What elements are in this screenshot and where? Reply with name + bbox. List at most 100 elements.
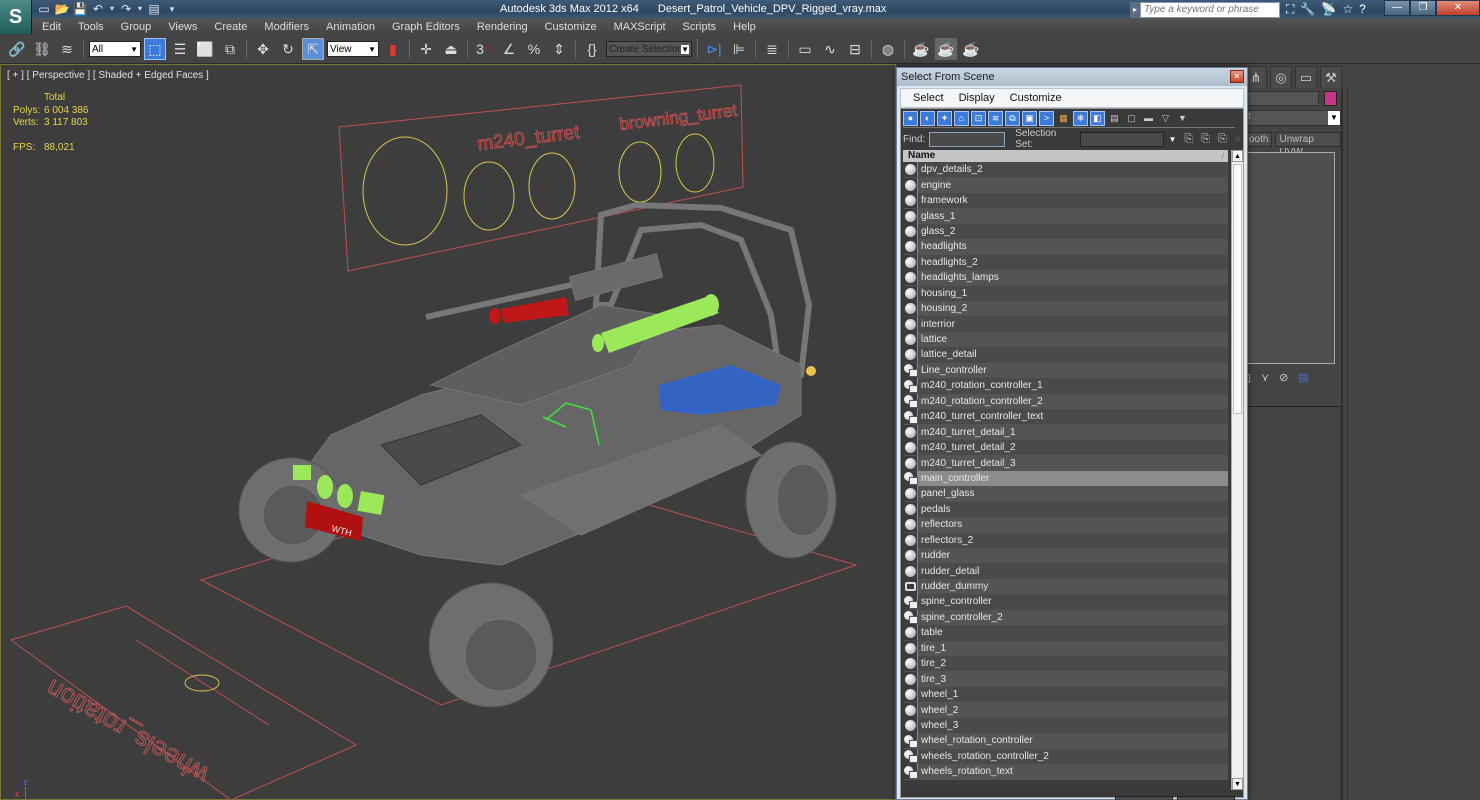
object-name-field[interactable]	[1245, 91, 1319, 106]
snap-toggle-icon[interactable]: 3 ∩	[473, 38, 495, 60]
search-expand-icon[interactable]: ▸	[1130, 1, 1140, 18]
menu-maxscript[interactable]: MAXScript	[614, 21, 666, 33]
scene-list-item[interactable]: rudder_detail	[903, 563, 1228, 579]
make-unique-icon[interactable]: ⊘	[1279, 371, 1288, 384]
new-file-icon[interactable]: ▭	[36, 1, 52, 17]
scene-list-item[interactable]: m240_turret_detail_1	[903, 424, 1228, 440]
open-file-icon[interactable]: 📂	[54, 1, 70, 17]
scene-list-item[interactable]: Line_controller	[903, 362, 1228, 379]
layer-manager-icon[interactable]: ≣	[761, 38, 783, 60]
align-icon[interactable]: ⊫	[728, 38, 750, 60]
filter-icon[interactable]: ▽	[1158, 111, 1173, 126]
maximize-button[interactable]: ❐	[1410, 0, 1436, 16]
communication-center-icon[interactable]: 📡	[1321, 2, 1336, 17]
selection-filter-dropdown[interactable]: All ▼	[89, 41, 141, 57]
dialog-menu-select[interactable]: Select	[913, 92, 944, 104]
scene-list-item[interactable]: pedals	[903, 501, 1228, 518]
favorites-star-icon[interactable]: ☆	[1342, 2, 1353, 17]
scene-list-item[interactable]: headlights_lamps	[903, 270, 1228, 286]
bind-space-warp-icon[interactable]: ≋	[56, 38, 78, 60]
undo-dropdown-icon[interactable]: ▾	[108, 1, 116, 17]
search-options-icon[interactable]: ⌕	[1235, 133, 1241, 146]
scroll-up-button[interactable]: ▲	[1232, 150, 1243, 162]
scene-list-item[interactable]: lattice_detail	[903, 347, 1228, 363]
list-scrollbar[interactable]: ▲ ▼	[1231, 150, 1243, 790]
cancel-button[interactable]: Cancel	[1177, 796, 1235, 800]
find-input[interactable]	[929, 131, 1006, 147]
scene-list-item[interactable]: glass_1	[903, 208, 1228, 224]
angle-snap-icon[interactable]: ∠	[498, 38, 520, 60]
scene-list-item[interactable]: lattice	[903, 331, 1228, 348]
scene-list-item[interactable]: glass_2	[903, 223, 1228, 240]
scene-list-item[interactable]: m240_rotation_controller_2	[903, 393, 1228, 409]
dialog-close-button[interactable]: ✕	[1230, 70, 1244, 83]
pivot-icon[interactable]: ▮	[382, 38, 404, 60]
scene-list-item[interactable]: panel_glass	[903, 486, 1228, 502]
menu-scripts[interactable]: Scripts	[683, 21, 717, 33]
scene-list-item[interactable]: tire_1	[903, 640, 1228, 656]
scene-list-item[interactable]: m240_turret_detail_2	[903, 439, 1228, 456]
menu-animation[interactable]: Animation	[326, 21, 375, 33]
scene-list-item[interactable]: tire_2	[903, 656, 1228, 672]
redo-icon[interactable]: ↷	[118, 1, 134, 17]
scale-icon[interactable]: ⇱	[302, 38, 324, 60]
scene-list-item[interactable]: main_controller	[903, 470, 1228, 487]
scene-list-item[interactable]: housing_1	[903, 285, 1228, 301]
motion-tab-icon[interactable]: ◎	[1270, 66, 1292, 88]
object-color-swatch[interactable]	[1324, 91, 1337, 106]
display-all-icon[interactable]: ▤	[1107, 111, 1122, 126]
mirror-icon[interactable]: ⊳|	[703, 38, 725, 60]
dialog-menu-customize[interactable]: Customize	[1010, 92, 1062, 104]
viewport-label-menu[interactable]: [ + ] [ Perspective ] [ Shaded + Edged F…	[7, 70, 209, 81]
unlink-icon[interactable]: ⛓	[31, 38, 53, 60]
modifier-stack[interactable]	[1245, 152, 1335, 364]
scene-list-item[interactable]: framework	[903, 192, 1228, 209]
help-icon[interactable]: ?	[1359, 2, 1366, 17]
scene-list-item[interactable]: wheel_3	[903, 717, 1228, 734]
display-none-icon[interactable]: ▢	[1124, 111, 1139, 126]
edit-named-selection-icon[interactable]: {}	[581, 38, 603, 60]
render-setup-icon[interactable]: ☕	[910, 38, 932, 60]
scene-list-item[interactable]: m240_turret_detail_3	[903, 455, 1228, 471]
rectangular-selection-icon[interactable]: ⬜	[194, 38, 216, 60]
graphite-toolbar-icon[interactable]: ▭	[794, 38, 816, 60]
scene-list-item[interactable]: engine	[903, 177, 1228, 193]
scene-list-item[interactable]: tire_3	[903, 671, 1228, 687]
menu-tools[interactable]: Tools	[78, 21, 104, 33]
redo-dropdown-icon[interactable]: ▾	[136, 1, 144, 17]
link-icon[interactable]: 🔗	[6, 38, 28, 60]
display-xrefs-icon[interactable]: ▣	[1022, 111, 1037, 126]
scene-list-item[interactable]: dpv_details_2	[903, 162, 1228, 178]
scene-list-item[interactable]: wheel_rotation_controller	[903, 733, 1228, 749]
menu-help[interactable]: Help	[733, 21, 756, 33]
scene-list-item[interactable]: spine_controller	[903, 594, 1228, 610]
perspective-viewport[interactable]: wheels_rotation m240_turret browning_tur…	[0, 64, 896, 800]
dialog-menu-display[interactable]: Display	[959, 92, 995, 104]
chevron-down-icon[interactable]: ▼	[1168, 132, 1176, 147]
configure-modifier-sets-icon[interactable]: ▤	[1298, 371, 1308, 384]
select-object-icon[interactable]: ⬚	[144, 38, 166, 60]
app-menu-logo-button[interactable]: S	[0, 0, 32, 34]
select-invert-icon[interactable]: ⎘	[1218, 133, 1227, 146]
menu-graph-editors[interactable]: Graph Editors	[392, 21, 460, 33]
scene-list-item[interactable]: reflectors	[903, 517, 1228, 533]
scene-list-item[interactable]: wheels_rotation_controller_2	[903, 748, 1228, 765]
display-shapes-icon[interactable]: ◐	[920, 111, 935, 126]
select-by-name-icon[interactable]: ☰	[169, 38, 191, 60]
material-editor-icon[interactable]: ◍	[877, 38, 899, 60]
manipulate-icon[interactable]: ✛	[415, 38, 437, 60]
menu-create[interactable]: Create	[214, 21, 247, 33]
filter-options-icon[interactable]: ▼	[1175, 111, 1190, 126]
spinner-snap-icon[interactable]: ⇕	[548, 38, 570, 60]
scene-list-item[interactable]: spine_controller_2	[903, 609, 1228, 626]
scene-object-list[interactable]: dpv_details_2 engine framework glass_1 glass…	[903, 162, 1228, 787]
display-hidden-icon[interactable]: ◧	[1090, 111, 1105, 126]
scrollbar-thumb[interactable]	[1233, 164, 1242, 414]
undo-icon[interactable]: ↶	[90, 1, 106, 17]
menu-views[interactable]: Views	[168, 21, 197, 33]
project-folder-icon[interactable]: ▤	[146, 1, 162, 17]
name-column-header[interactable]: Name /	[903, 150, 1228, 162]
scroll-down-button[interactable]: ▼	[1232, 778, 1243, 790]
save-file-icon[interactable]: 💾	[72, 1, 88, 17]
display-cameras-icon[interactable]: ⌂	[954, 111, 969, 126]
